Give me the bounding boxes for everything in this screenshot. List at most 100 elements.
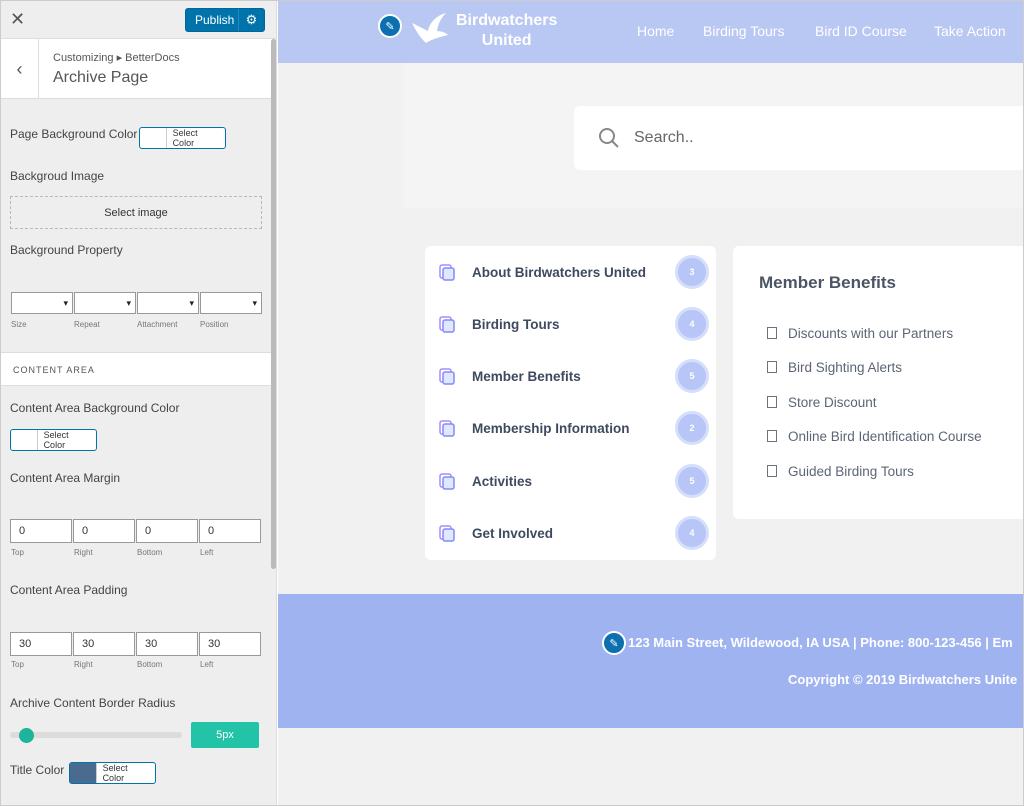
border-radius-label: Archive Content Border Radius <box>10 696 176 710</box>
edit-pencil-icon[interactable]: ✎ <box>602 631 626 655</box>
category-item[interactable]: About Birdwatchers United 3 <box>439 252 709 292</box>
category-item[interactable]: Membership Information 2 <box>439 408 709 448</box>
content-bg-color-button[interactable]: Select Color <box>10 429 97 451</box>
left-caption: Left <box>200 548 214 557</box>
size-select[interactable]: ▾ <box>11 292 73 314</box>
category-name: Member Benefits <box>472 368 581 384</box>
right-caption: Right <box>74 548 93 557</box>
category-name: Activities <box>472 473 533 489</box>
benefit-label: Online Bird Identification Course <box>788 429 982 444</box>
gear-icon[interactable]: ⚙ <box>238 9 264 31</box>
category-count-badge: 5 <box>675 359 709 393</box>
category-name: Membership Information <box>472 420 630 436</box>
border-radius-slider-handle[interactable] <box>19 728 34 743</box>
title-color-button[interactable]: Select Color <box>69 762 156 784</box>
customizer-sidebar: ✕ Publish ⚙ ‹ Customizing ▸ BetterDocs A… <box>1 1 277 805</box>
content-bg-color-label: Content Area Background Color <box>10 401 180 415</box>
category-count-badge: 5 <box>675 464 709 498</box>
doc-icon <box>439 524 455 542</box>
margin-bottom-input[interactable]: 0 <box>136 519 198 543</box>
nav-take-action[interactable]: Take Action <box>934 23 1006 39</box>
benefit-link[interactable]: Online Bird Identification Course <box>767 429 982 444</box>
doc-icon <box>439 419 455 437</box>
footer-address: 123 Main Street, Wildewood, IA USA | Pho… <box>628 635 1013 650</box>
document-icon <box>767 430 777 442</box>
site-preview: ✎ Birdwatchers United Home Birding Tours… <box>278 1 1023 805</box>
benefit-link[interactable]: Bird Sighting Alerts <box>767 360 902 375</box>
search-box[interactable]: Search.. <box>574 106 1023 170</box>
margin-top-input[interactable]: 0 <box>10 519 72 543</box>
position-caption: Position <box>200 320 229 329</box>
breadcrumb: Customizing ▸ BetterDocs <box>53 52 180 64</box>
category-name: About Birdwatchers United <box>472 264 647 280</box>
title-color-label: Title Color <box>10 763 65 777</box>
search-placeholder: Search.. <box>634 129 694 146</box>
back-arrow-icon[interactable]: ‹ <box>1 39 39 99</box>
bottom-caption: Bottom <box>137 660 163 669</box>
page-bg-color-button[interactable]: Select Color <box>139 127 226 149</box>
document-icon <box>767 465 777 477</box>
padding-bottom-input[interactable]: 30 <box>136 632 198 656</box>
attachment-select[interactable]: ▾ <box>137 292 199 314</box>
customizer-window: ✕ Publish ⚙ ‹ Customizing ▸ BetterDocs A… <box>0 0 1024 806</box>
doc-icon <box>439 472 455 490</box>
category-item[interactable]: Get Involved 4 <box>439 513 709 553</box>
border-radius-slider-track[interactable] <box>10 732 182 738</box>
footer-copyright: Copyright © 2019 Birdwatchers Unite <box>788 672 1018 687</box>
category-item[interactable]: Birding Tours 4 <box>439 304 709 344</box>
close-icon[interactable]: ✕ <box>10 9 25 30</box>
panel-title: Archive Page <box>53 69 149 86</box>
padding-top-input[interactable]: 30 <box>10 632 72 656</box>
content-margin-label: Content Area Margin <box>10 471 121 485</box>
select-color-label: Select Color <box>102 763 128 783</box>
bottom-caption: Bottom <box>137 548 163 557</box>
category-item[interactable]: Member Benefits 5 <box>439 356 709 396</box>
right-caption: Right <box>74 660 93 669</box>
margin-left-input[interactable]: 0 <box>199 519 261 543</box>
select-image-button[interactable]: Select image <box>10 196 262 229</box>
site-header: ✎ Birdwatchers United Home Birding Tours… <box>278 1 1023 63</box>
category-list: About Birdwatchers United 3 Birding Tour… <box>425 246 716 560</box>
content-padding-label: Content Area Padding <box>10 583 128 597</box>
category-name: Birding Tours <box>472 316 560 332</box>
edit-pencil-icon[interactable]: ✎ <box>378 14 402 38</box>
benefit-link[interactable]: Guided Birding Tours <box>767 464 914 479</box>
benefit-label: Bird Sighting Alerts <box>788 360 903 375</box>
doc-icon <box>439 263 455 281</box>
bg-image-label: Backgroud Image <box>10 169 105 183</box>
color-swatch <box>11 430 38 450</box>
padding-right-input[interactable]: 30 <box>73 632 135 656</box>
page-bg-color-label: Page Background Color <box>10 127 138 141</box>
publish-button[interactable]: Publish ⚙ <box>185 8 265 32</box>
left-caption: Left <box>200 660 214 669</box>
category-count-badge: 4 <box>675 307 709 341</box>
category-count-badge: 2 <box>675 411 709 445</box>
search-icon <box>599 128 619 148</box>
select-color-label: Select Color <box>43 430 69 450</box>
benefit-link[interactable]: Discounts with our Partners <box>767 326 953 341</box>
top-caption: Top <box>11 548 24 557</box>
size-caption: Size <box>11 320 27 329</box>
category-count-badge: 3 <box>675 255 709 289</box>
attachment-caption: Attachment <box>137 320 178 329</box>
bg-property-label: Background Property <box>10 243 123 257</box>
padding-left-input[interactable]: 30 <box>199 632 261 656</box>
nav-birding-tours[interactable]: Birding Tours <box>703 23 784 39</box>
document-icon <box>767 396 777 408</box>
benefit-link[interactable]: Store Discount <box>767 395 877 410</box>
nav-bird-id-course[interactable]: Bird ID Course <box>815 23 907 39</box>
sidebar-scrollbar[interactable] <box>271 39 276 569</box>
doc-icon <box>439 367 455 385</box>
benefit-label: Guided Birding Tours <box>788 464 914 479</box>
nav-home[interactable]: Home <box>637 23 674 39</box>
position-select[interactable]: ▾ <box>200 292 262 314</box>
document-icon <box>767 361 777 373</box>
category-item[interactable]: Activities 5 <box>439 461 709 501</box>
color-swatch <box>140 128 167 148</box>
margin-right-input[interactable]: 0 <box>73 519 135 543</box>
doc-icon <box>439 315 455 333</box>
border-radius-value[interactable]: 5px <box>191 722 259 748</box>
top-caption: Top <box>11 660 24 669</box>
repeat-select[interactable]: ▾ <box>74 292 136 314</box>
site-logo-text[interactable]: Birdwatchers United <box>456 11 557 51</box>
